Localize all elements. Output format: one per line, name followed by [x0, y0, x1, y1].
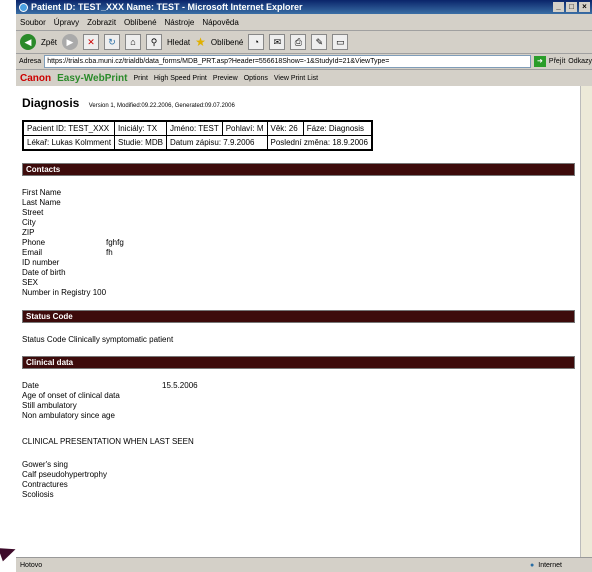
clinical-presentation-heading: CLINICAL PRESENTATION WHEN LAST SEEN: [22, 437, 194, 446]
info-cell: Poslední změna: 18.9.2006: [266, 135, 373, 151]
canon-toolbar: Canon Easy-WebPrint Print High Speed Pri…: [16, 70, 592, 87]
patient-info-table: Pacient ID: TEST_XXX Iniciály: TX Jméno:…: [22, 120, 373, 151]
info-cell: Iniciály: TX: [114, 120, 167, 136]
title-bar: Patient ID: TEST_XXX Name: TEST - Micros…: [16, 0, 592, 14]
links-button[interactable]: Odkazy: [568, 58, 592, 65]
status-text: Hotovo: [20, 561, 43, 569]
list-item: First Name: [22, 188, 62, 197]
info-cell: Datum zápisu: 7.9.2006: [165, 135, 268, 151]
address-bar: Adresa https://trials.cba.muni.cz/triald…: [16, 54, 592, 70]
list-item: City: [22, 218, 36, 227]
security-zone: ● Internet: [530, 562, 562, 569]
section-header-status: Status Code: [22, 310, 575, 323]
list-item: Contractures: [22, 480, 68, 489]
page-title: Diagnosis Version 1, Modified:09.22.2006…: [22, 96, 580, 110]
mail-icon[interactable]: ✉: [269, 34, 286, 50]
stop-icon[interactable]: ✕: [83, 34, 100, 50]
menu-favorites[interactable]: Oblíbené: [124, 18, 156, 27]
ie-logo-icon: [19, 2, 28, 12]
list-item: Phone fghfg: [22, 238, 124, 247]
folder-icon[interactable]: ▭: [332, 34, 349, 50]
minimize-button[interactable]: _: [553, 2, 564, 12]
info-cell: Jméno: TEST: [165, 120, 223, 136]
edit-icon[interactable]: ✎: [311, 34, 328, 50]
signs-list: Gower's sing Calf pseudohypertrophy Cont…: [22, 460, 580, 500]
section-header-contacts: Contacts: [22, 163, 575, 176]
info-cell: Lékař: Lukas Kolmment: [22, 135, 116, 151]
canon-hsprint-button[interactable]: High Speed Print: [154, 75, 207, 82]
search-icon[interactable]: ⚲: [146, 34, 163, 50]
window-title: Patient ID: TEST_XXX Name: TEST - Micros…: [31, 2, 303, 12]
list-item: Email fh: [22, 248, 113, 257]
favorites-star-icon[interactable]: ★: [195, 35, 206, 49]
back-button[interactable]: Zpět: [41, 38, 57, 47]
registry-number: Number in Registry 100: [22, 288, 107, 297]
canon-logo: Canon: [20, 72, 52, 84]
easy-webprint-menu[interactable]: Easy-WebPrint: [57, 73, 127, 84]
go-icon[interactable]: ➜: [533, 56, 546, 67]
status-bar: Hotovo ● Internet: [16, 557, 592, 572]
list-item: Still ambulatory: [22, 401, 77, 410]
list-item: Age of onset of clinical data: [22, 391, 120, 400]
toolbar: ◀ Zpět ▶ ✕ ↻ ⌂ ⚲ Hledat ★ Oblíbené ◔ ✉ ⎙…: [16, 31, 592, 54]
list-item: Date of birth: [22, 268, 66, 277]
maximize-button[interactable]: □: [566, 2, 577, 12]
menu-file[interactable]: Soubor: [20, 18, 46, 27]
menu-help[interactable]: Nápověda: [202, 18, 238, 27]
menu-bar: Soubor Úpravy Zobrazit Oblíbené Nástroje…: [16, 14, 592, 31]
contacts-list: First Name Last Name Street City ZIP Pho…: [22, 188, 580, 298]
info-cell: Věk: 26: [266, 120, 304, 136]
print-icon[interactable]: ⎙: [290, 34, 307, 50]
list-item: Date 15.5.2006: [22, 381, 198, 390]
globe-icon: ●: [530, 561, 535, 569]
menu-view[interactable]: Zobrazit: [87, 18, 116, 27]
canon-viewlist-button[interactable]: View Print List: [274, 75, 318, 82]
close-button[interactable]: ×: [579, 2, 590, 12]
menu-tools[interactable]: Nástroje: [165, 18, 195, 27]
info-cell: Fáze: Diagnosis: [302, 120, 373, 136]
zone-label: Internet: [538, 561, 562, 569]
favorites-button[interactable]: Oblíbené: [211, 38, 243, 47]
go-button[interactable]: Přejít: [549, 58, 565, 65]
canon-options-button[interactable]: Options: [244, 75, 268, 82]
refresh-icon[interactable]: ↻: [104, 34, 121, 50]
table-row: Lékař: Lukas Kolmment Studie: MDB Datum …: [22, 135, 373, 151]
version-text: Version 1, Modified:09.22.2006, Generate…: [88, 103, 235, 109]
address-label: Adresa: [19, 58, 42, 65]
diagnosis-title: Diagnosis: [22, 96, 80, 110]
list-item: SEX: [22, 278, 39, 287]
search-button[interactable]: Hledat: [167, 38, 190, 47]
canon-print-button[interactable]: Print: [134, 75, 148, 82]
address-input[interactable]: https://trials.cba.muni.cz/trialdb/data_…: [44, 55, 531, 68]
list-item: Calf pseudohypertrophy: [22, 470, 107, 479]
home-icon[interactable]: ⌂: [125, 34, 142, 50]
forward-icon[interactable]: ▶: [62, 34, 79, 50]
browser-window: Patient ID: TEST_XXX Name: TEST - Micros…: [16, 0, 592, 572]
info-cell: Pacient ID: TEST_XXX: [22, 120, 116, 136]
list-item: Last Name: [22, 198, 61, 207]
section-header-clinical: Clinical data: [22, 356, 575, 369]
table-row: Pacient ID: TEST_XXX Iniciály: TX Jméno:…: [22, 120, 373, 136]
list-item: Gower's sing: [22, 460, 68, 469]
list-item: ID number: [22, 258, 60, 267]
vertical-scrollbar[interactable]: [580, 86, 592, 557]
menu-edit[interactable]: Úpravy: [54, 18, 79, 27]
info-cell: Pohlaví: M: [221, 120, 268, 136]
back-icon[interactable]: ◀: [20, 34, 36, 50]
list-item: ZIP: [22, 228, 35, 237]
list-item: Scoliosis: [22, 490, 54, 499]
page-content: Diagnosis Version 1, Modified:09.22.2006…: [16, 86, 580, 557]
status-code-text: Status Code Clinically symptomatic patie…: [22, 335, 174, 344]
info-cell: Studie: MDB: [114, 135, 167, 151]
list-item: Non ambulatory since age: [22, 411, 115, 420]
list-item: Street: [22, 208, 44, 217]
canon-preview-button[interactable]: Preview: [213, 75, 238, 82]
clinical-list: Date 15.5.2006 Age of onset of clinical d…: [22, 381, 580, 421]
history-icon[interactable]: ◔: [248, 34, 265, 50]
